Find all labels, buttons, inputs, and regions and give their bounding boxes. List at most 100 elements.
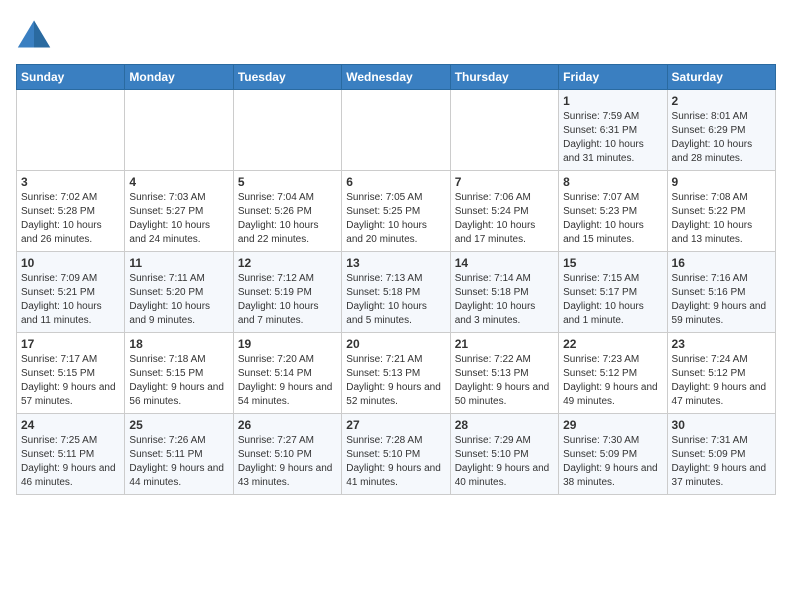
calendar-cell: 8 Sunrise: 7:07 AM Sunset: 5:23 PM Daylig…	[559, 171, 667, 252]
calendar-cell: 5 Sunrise: 7:04 AM Sunset: 5:26 PM Daylig…	[233, 171, 341, 252]
calendar-cell: 23 Sunrise: 7:24 AM Sunset: 5:12 PM Dayli…	[667, 333, 775, 414]
day-number: 12	[238, 256, 337, 270]
day-number: 1	[563, 94, 662, 108]
day-number: 3	[21, 175, 120, 189]
day-number: 4	[129, 175, 228, 189]
day-info: Sunrise: 7:59 AM Sunset: 6:31 PM Dayligh…	[563, 110, 662, 166]
calendar-week-3: 10 Sunrise: 7:09 AM Sunset: 5:21 PM Dayli…	[17, 252, 776, 333]
day-info: Sunrise: 7:28 AM Sunset: 5:10 PM Dayligh…	[346, 434, 445, 490]
calendar-cell: 30 Sunrise: 7:31 AM Sunset: 5:09 PM Dayli…	[667, 414, 775, 495]
calendar-cell: 9 Sunrise: 7:08 AM Sunset: 5:22 PM Daylig…	[667, 171, 775, 252]
logo-icon	[16, 16, 52, 52]
day-number: 24	[21, 418, 120, 432]
calendar-header: SundayMondayTuesdayWednesdayThursdayFrid…	[17, 65, 776, 90]
page-header	[16, 16, 776, 52]
day-number: 15	[563, 256, 662, 270]
day-info: Sunrise: 7:03 AM Sunset: 5:27 PM Dayligh…	[129, 191, 228, 247]
day-number: 26	[238, 418, 337, 432]
day-info: Sunrise: 7:12 AM Sunset: 5:19 PM Dayligh…	[238, 272, 337, 328]
day-info: Sunrise: 7:05 AM Sunset: 5:25 PM Dayligh…	[346, 191, 445, 247]
day-info: Sunrise: 7:31 AM Sunset: 5:09 PM Dayligh…	[672, 434, 771, 490]
day-info: Sunrise: 7:18 AM Sunset: 5:15 PM Dayligh…	[129, 353, 228, 409]
day-info: Sunrise: 7:27 AM Sunset: 5:10 PM Dayligh…	[238, 434, 337, 490]
day-number: 25	[129, 418, 228, 432]
calendar-cell: 7 Sunrise: 7:06 AM Sunset: 5:24 PM Daylig…	[450, 171, 558, 252]
day-number: 10	[21, 256, 120, 270]
day-number: 2	[672, 94, 771, 108]
day-info: Sunrise: 7:22 AM Sunset: 5:13 PM Dayligh…	[455, 353, 554, 409]
day-number: 23	[672, 337, 771, 351]
day-info: Sunrise: 7:17 AM Sunset: 5:15 PM Dayligh…	[21, 353, 120, 409]
calendar-cell: 2 Sunrise: 8:01 AM Sunset: 6:29 PM Daylig…	[667, 90, 775, 171]
calendar-cell: 20 Sunrise: 7:21 AM Sunset: 5:13 PM Dayli…	[342, 333, 450, 414]
calendar-cell: 22 Sunrise: 7:23 AM Sunset: 5:12 PM Dayli…	[559, 333, 667, 414]
weekday-thursday: Thursday	[450, 65, 558, 90]
weekday-sunday: Sunday	[17, 65, 125, 90]
day-number: 5	[238, 175, 337, 189]
day-number: 29	[563, 418, 662, 432]
calendar-cell	[17, 90, 125, 171]
day-info: Sunrise: 7:16 AM Sunset: 5:16 PM Dayligh…	[672, 272, 771, 328]
day-number: 16	[672, 256, 771, 270]
weekday-tuesday: Tuesday	[233, 65, 341, 90]
day-info: Sunrise: 7:08 AM Sunset: 5:22 PM Dayligh…	[672, 191, 771, 247]
day-number: 21	[455, 337, 554, 351]
day-info: Sunrise: 7:21 AM Sunset: 5:13 PM Dayligh…	[346, 353, 445, 409]
day-number: 13	[346, 256, 445, 270]
day-info: Sunrise: 7:23 AM Sunset: 5:12 PM Dayligh…	[563, 353, 662, 409]
calendar-cell: 16 Sunrise: 7:16 AM Sunset: 5:16 PM Dayli…	[667, 252, 775, 333]
calendar-cell: 17 Sunrise: 7:17 AM Sunset: 5:15 PM Dayli…	[17, 333, 125, 414]
calendar-cell: 3 Sunrise: 7:02 AM Sunset: 5:28 PM Daylig…	[17, 171, 125, 252]
day-info: Sunrise: 7:04 AM Sunset: 5:26 PM Dayligh…	[238, 191, 337, 247]
calendar-cell: 27 Sunrise: 7:28 AM Sunset: 5:10 PM Dayli…	[342, 414, 450, 495]
calendar-cell: 28Sunrise: 7:29 AM Sunset: 5:10 PM Dayli…	[450, 414, 558, 495]
day-info: Sunrise: 7:02 AM Sunset: 5:28 PM Dayligh…	[21, 191, 120, 247]
day-number: 27	[346, 418, 445, 432]
day-info: Sunrise: 7:30 AM Sunset: 5:09 PM Dayligh…	[563, 434, 662, 490]
calendar-cell	[342, 90, 450, 171]
calendar-cell: 1 Sunrise: 7:59 AM Sunset: 6:31 PM Daylig…	[559, 90, 667, 171]
day-info: Sunrise: 7:24 AM Sunset: 5:12 PM Dayligh…	[672, 353, 771, 409]
day-number: 30	[672, 418, 771, 432]
weekday-wednesday: Wednesday	[342, 65, 450, 90]
day-info: Sunrise: 7:29 AM Sunset: 5:10 PM Dayligh…	[455, 434, 554, 490]
weekday-row: SundayMondayTuesdayWednesdayThursdayFrid…	[17, 65, 776, 90]
calendar-cell: 6 Sunrise: 7:05 AM Sunset: 5:25 PM Daylig…	[342, 171, 450, 252]
calendar-cell: 10 Sunrise: 7:09 AM Sunset: 5:21 PM Dayli…	[17, 252, 125, 333]
calendar-cell: 11Sunrise: 7:11 AM Sunset: 5:20 PM Dayli…	[125, 252, 233, 333]
day-number: 18	[129, 337, 228, 351]
calendar-body: 1 Sunrise: 7:59 AM Sunset: 6:31 PM Daylig…	[17, 90, 776, 495]
calendar-cell: 25 Sunrise: 7:26 AM Sunset: 5:11 PM Dayli…	[125, 414, 233, 495]
calendar-cell: 12 Sunrise: 7:12 AM Sunset: 5:19 PM Dayli…	[233, 252, 341, 333]
calendar-cell: 21 Sunrise: 7:22 AM Sunset: 5:13 PM Dayli…	[450, 333, 558, 414]
day-number: 14	[455, 256, 554, 270]
calendar-cell: 29 Sunrise: 7:30 AM Sunset: 5:09 PM Dayli…	[559, 414, 667, 495]
day-number: 19	[238, 337, 337, 351]
day-info: Sunrise: 7:07 AM Sunset: 5:23 PM Dayligh…	[563, 191, 662, 247]
calendar-table: SundayMondayTuesdayWednesdayThursdayFrid…	[16, 64, 776, 495]
calendar-cell	[233, 90, 341, 171]
calendar-cell: 14Sunrise: 7:14 AM Sunset: 5:18 PM Dayli…	[450, 252, 558, 333]
day-info: Sunrise: 8:01 AM Sunset: 6:29 PM Dayligh…	[672, 110, 771, 166]
day-number: 17	[21, 337, 120, 351]
calendar-cell: 19Sunrise: 7:20 AM Sunset: 5:14 PM Dayli…	[233, 333, 341, 414]
day-info: Sunrise: 7:09 AM Sunset: 5:21 PM Dayligh…	[21, 272, 120, 328]
day-number: 20	[346, 337, 445, 351]
weekday-friday: Friday	[559, 65, 667, 90]
day-number: 9	[672, 175, 771, 189]
day-info: Sunrise: 7:25 AM Sunset: 5:11 PM Dayligh…	[21, 434, 120, 490]
day-number: 11	[129, 256, 228, 270]
calendar-cell: 15 Sunrise: 7:15 AM Sunset: 5:17 PM Dayli…	[559, 252, 667, 333]
calendar-week-2: 3 Sunrise: 7:02 AM Sunset: 5:28 PM Daylig…	[17, 171, 776, 252]
day-number: 6	[346, 175, 445, 189]
day-number: 8	[563, 175, 662, 189]
calendar-cell: 18 Sunrise: 7:18 AM Sunset: 5:15 PM Dayli…	[125, 333, 233, 414]
day-number: 7	[455, 175, 554, 189]
calendar-week-1: 1 Sunrise: 7:59 AM Sunset: 6:31 PM Daylig…	[17, 90, 776, 171]
day-info: Sunrise: 7:15 AM Sunset: 5:17 PM Dayligh…	[563, 272, 662, 328]
day-number: 22	[563, 337, 662, 351]
day-info: Sunrise: 7:26 AM Sunset: 5:11 PM Dayligh…	[129, 434, 228, 490]
calendar-cell: 26 Sunrise: 7:27 AM Sunset: 5:10 PM Dayli…	[233, 414, 341, 495]
day-info: Sunrise: 7:06 AM Sunset: 5:24 PM Dayligh…	[455, 191, 554, 247]
logo	[16, 16, 56, 52]
